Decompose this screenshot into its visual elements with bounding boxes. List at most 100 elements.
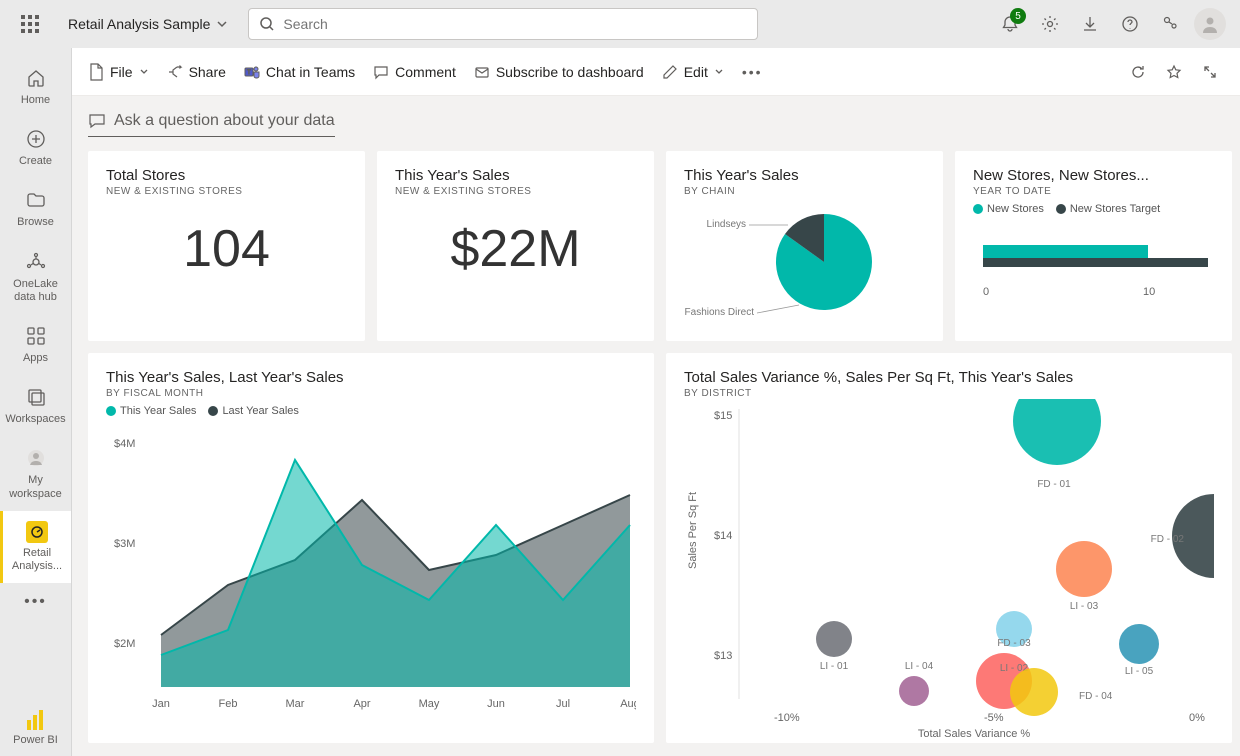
nav-more[interactable]: •••	[0, 583, 71, 621]
share-button[interactable]: Share	[167, 64, 226, 80]
apps-icon	[26, 326, 46, 346]
svg-text:Jul: Jul	[556, 698, 570, 710]
tile-subtitle: BY FISCAL MONTH	[106, 388, 636, 399]
datahub-icon	[26, 252, 46, 272]
content-area: File Share T Chat in Teams Comment Subsc…	[72, 48, 1240, 756]
file-icon	[88, 63, 104, 81]
svg-text:T: T	[247, 70, 251, 76]
download-icon[interactable]	[1072, 6, 1108, 42]
bar-chart: 0 10	[973, 215, 1213, 315]
account-avatar[interactable]	[1192, 6, 1228, 42]
powerbi-logo[interactable]: Power BI	[0, 700, 71, 756]
tile-total-stores[interactable]: Total Stores NEW & EXISTING STORES 104	[88, 151, 365, 341]
refresh-button[interactable]	[1124, 58, 1152, 86]
pencil-icon	[662, 64, 678, 80]
help-icon[interactable]	[1112, 6, 1148, 42]
svg-text:0: 0	[983, 286, 989, 298]
pie-chart: Lindseys Fashions Direct	[684, 197, 924, 327]
svg-text:Sales Per Sq Ft: Sales Per Sq Ft	[687, 492, 699, 569]
svg-text:-5%: -5%	[984, 712, 1004, 724]
chevron-down-icon	[714, 67, 724, 77]
tile-subtitle: NEW & EXISTING STORES	[106, 186, 347, 197]
tile-subtitle: BY CHAIN	[684, 186, 925, 197]
svg-text:$15: $15	[714, 410, 732, 422]
nav-browse[interactable]: Browse	[0, 178, 71, 239]
tile-sales-trend[interactable]: This Year's Sales, Last Year's Sales BY …	[88, 353, 654, 743]
nav-home[interactable]: Home	[0, 56, 71, 117]
svg-text:$13: $13	[714, 650, 732, 662]
chat-icon	[88, 112, 106, 130]
svg-text:Jan: Jan	[152, 698, 170, 710]
svg-text:LI - 05: LI - 05	[1125, 666, 1154, 677]
svg-text:FD - 04: FD - 04	[1079, 691, 1113, 702]
svg-text:FD - 01: FD - 01	[1037, 479, 1071, 490]
area-chart: $4M $3M $2M Jan Feb Mar Apr May	[106, 417, 636, 717]
refresh-icon	[1130, 64, 1146, 80]
person-icon	[26, 448, 46, 468]
svg-text:$14: $14	[714, 530, 732, 542]
subscribe-button[interactable]: Subscribe to dashboard	[474, 64, 644, 80]
svg-text:LI - 04: LI - 04	[905, 661, 934, 672]
workspace-dropdown[interactable]: Retail Analysis Sample	[68, 16, 228, 32]
svg-text:$2M: $2M	[114, 638, 135, 650]
notifications-icon[interactable]: 5	[992, 6, 1028, 42]
tile-title: This Year's Sales	[684, 167, 925, 184]
nav-apps[interactable]: Apps	[0, 314, 71, 375]
feedback-icon[interactable]	[1152, 6, 1188, 42]
nav-create[interactable]: Create	[0, 117, 71, 178]
svg-text:$3M: $3M	[114, 538, 135, 550]
svg-text:Apr: Apr	[353, 698, 370, 710]
search-box[interactable]	[248, 8, 758, 40]
settings-icon[interactable]	[1032, 6, 1068, 42]
tile-subtitle: YEAR TO DATE	[973, 186, 1214, 197]
left-nav: Home Create Browse OneLake data hub Apps…	[0, 48, 72, 756]
chevron-down-icon	[216, 18, 228, 30]
bubble-chart: $15 $14 $13 Sales Per Sq Ft FD - 01 FD -…	[684, 399, 1214, 739]
tile-variance-bubble[interactable]: Total Sales Variance %, Sales Per Sq Ft,…	[666, 353, 1232, 743]
card-value: 104	[106, 219, 347, 279]
qna-input[interactable]: Ask a question about your data	[88, 108, 335, 137]
svg-text:LI - 01: LI - 01	[820, 661, 849, 672]
tile-subtitle: NEW & EXISTING STORES	[395, 186, 636, 197]
dashboard-toolbar: File Share T Chat in Teams Comment Subsc…	[72, 48, 1240, 96]
favorite-button[interactable]	[1160, 58, 1188, 86]
folder-icon	[26, 190, 46, 210]
tile-title: Total Stores	[106, 167, 347, 184]
nav-workspaces[interactable]: Workspaces	[0, 375, 71, 436]
tile-ty-sales-pie[interactable]: This Year's Sales BY CHAIN Lindseys Fash…	[666, 151, 943, 341]
home-icon	[26, 68, 46, 88]
svg-text:FD - 02: FD - 02	[1151, 534, 1185, 545]
chevron-down-icon	[139, 67, 149, 77]
chat-teams-button[interactable]: T Chat in Teams	[244, 64, 355, 80]
star-icon	[1166, 64, 1182, 80]
svg-text:10: 10	[1143, 286, 1155, 298]
plus-circle-icon	[26, 129, 46, 149]
nav-onelake[interactable]: OneLake data hub	[0, 240, 71, 314]
comment-icon	[373, 64, 389, 80]
search-input[interactable]	[283, 16, 747, 32]
file-menu[interactable]: File	[88, 63, 149, 81]
tile-new-stores[interactable]: New Stores, New Stores... YEAR TO DATE N…	[955, 151, 1232, 341]
more-options[interactable]: •••	[742, 64, 763, 80]
share-icon	[167, 64, 183, 80]
nav-my-workspace[interactable]: My workspace	[0, 436, 71, 510]
tile-title: This Year's Sales, Last Year's Sales	[106, 369, 636, 386]
nav-retail-analysis[interactable]: Retail Analysis...	[0, 511, 71, 583]
tile-title: New Stores, New Stores...	[973, 167, 1214, 184]
svg-text:Mar: Mar	[286, 698, 305, 710]
top-bar: Retail Analysis Sample 5	[0, 0, 1240, 48]
search-icon	[259, 16, 275, 32]
mail-icon	[474, 64, 490, 80]
svg-text:Lindseys: Lindseys	[707, 219, 746, 230]
svg-text:Feb: Feb	[219, 698, 238, 710]
fullscreen-button[interactable]	[1196, 58, 1224, 86]
workspaces-icon	[26, 387, 46, 407]
tile-ty-sales-card[interactable]: This Year's Sales NEW & EXISTING STORES …	[377, 151, 654, 341]
app-launcher-icon[interactable]	[12, 6, 48, 42]
edit-menu[interactable]: Edit	[662, 64, 724, 80]
tile-title: This Year's Sales	[395, 167, 636, 184]
svg-text:Fashions Direct: Fashions Direct	[685, 307, 755, 318]
svg-text:LI - 03: LI - 03	[1070, 601, 1099, 612]
workspace-title: Retail Analysis Sample	[68, 16, 210, 32]
comment-button[interactable]: Comment	[373, 64, 456, 80]
